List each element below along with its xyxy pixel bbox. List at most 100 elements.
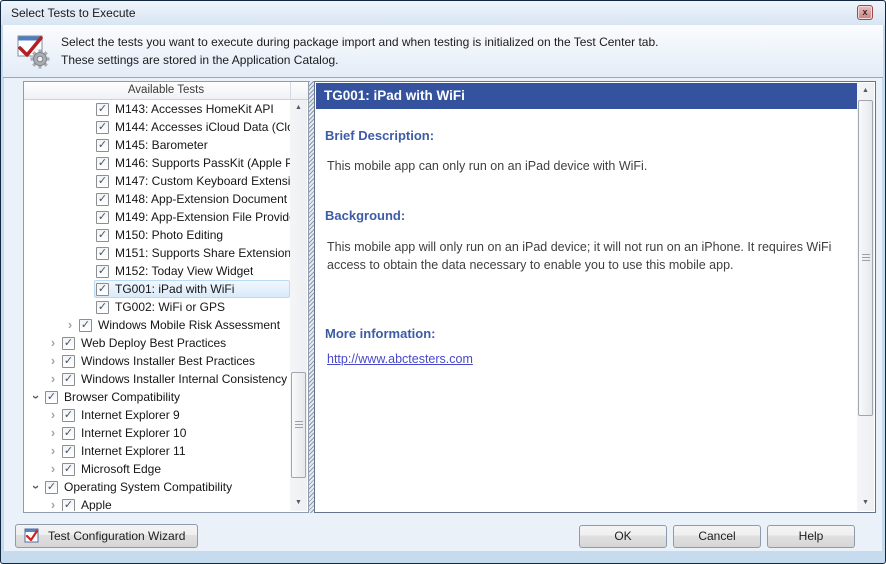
tree-item[interactable]: ›✓Microsoft Edge — [25, 460, 290, 478]
tree-scrollbar-thumb[interactable] — [291, 372, 306, 478]
chevron-right-icon[interactable]: › — [46, 426, 60, 440]
tree-item[interactable]: ✓M150: Photo Editing — [25, 226, 290, 244]
tree-rows: ✓M143: Accesses HomeKit API✓M144: Access… — [25, 100, 290, 511]
checkbox-checked-icon[interactable]: ✓ — [96, 103, 109, 116]
tree-item[interactable]: ›✓Windows Mobile Risk Assessment — [25, 316, 290, 334]
chevron-right-icon[interactable]: › — [46, 336, 60, 350]
tree-item-content[interactable]: ✓M144: Accesses iCloud Data (Clo... — [94, 118, 290, 136]
tree-item-content[interactable]: ✓Windows Installer Best Practices — [60, 352, 290, 370]
tree-item[interactable]: ›✓Internet Explorer 11 — [25, 442, 290, 460]
tree-item-content[interactable]: ✓ TG002: WiFi or GPS — [94, 298, 290, 316]
checkbox-checked-icon[interactable]: ✓ — [62, 445, 75, 458]
tree-item[interactable]: ›✓Web Deploy Best Practices — [25, 334, 290, 352]
tree-item-content[interactable]: ✓M148: App-Extension Document ... — [94, 190, 290, 208]
tree-item[interactable]: ✓M145: Barometer — [25, 136, 290, 154]
tree-item[interactable]: ✓M152: Today View Widget — [25, 262, 290, 280]
tree-item[interactable]: ✓M143: Accesses HomeKit API — [25, 100, 290, 118]
chevron-right-icon[interactable]: › — [46, 444, 60, 458]
tree-item[interactable]: ›✓Browser Compatibility — [25, 388, 290, 406]
chevron-right-icon[interactable]: › — [46, 354, 60, 368]
checkbox-checked-icon[interactable]: ✓ — [62, 373, 75, 386]
tree-item-content[interactable]: ✓M149: App-Extension File Provider — [94, 208, 290, 226]
tree-item-content[interactable]: ✓Apple — [60, 496, 290, 511]
tree-column-header[interactable]: Available Tests — [24, 82, 308, 100]
tree-item[interactable]: ›✓Internet Explorer 10 — [25, 424, 290, 442]
tree-item-content[interactable]: ✓Operating System Compatibility — [43, 478, 290, 496]
tree-item-content[interactable]: ✓M150: Photo Editing — [94, 226, 290, 244]
checkbox-checked-icon[interactable]: ✓ — [96, 247, 109, 260]
test-configuration-wizard-button[interactable]: Test Configuration Wizard — [15, 524, 198, 548]
tree-item[interactable]: ›✓Internet Explorer 9 — [25, 406, 290, 424]
close-icon[interactable]: x — [857, 5, 873, 20]
tree-column-header-label: Available Tests — [128, 84, 204, 96]
checkbox-checked-icon[interactable]: ✓ — [45, 391, 58, 404]
tree-item-content[interactable]: ✓Internet Explorer 11 — [60, 442, 290, 460]
checkbox-checked-icon[interactable]: ✓ — [62, 499, 75, 512]
checkbox-checked-icon[interactable]: ✓ — [96, 175, 109, 188]
chevron-right-icon[interactable]: › — [63, 318, 77, 332]
tree-item-content[interactable]: ✓M147: Custom Keyboard Extension — [94, 172, 290, 190]
checkbox-checked-icon[interactable]: ✓ — [62, 427, 75, 440]
tree-item-content[interactable]: ✓Windows Mobile Risk Assessment — [77, 316, 290, 334]
ok-button[interactable]: OK — [579, 525, 667, 548]
checkbox-checked-icon[interactable]: ✓ — [96, 193, 109, 206]
cancel-button[interactable]: Cancel — [673, 525, 761, 548]
scroll-down-icon[interactable]: ▼ — [857, 495, 874, 511]
checkbox-checked-icon[interactable]: ✓ — [79, 319, 92, 332]
checkbox-checked-icon[interactable]: ✓ — [62, 337, 75, 350]
test-detail-panel: TG001: iPad with WiFi Brief Description:… — [314, 81, 876, 513]
chevron-right-icon[interactable]: › — [46, 462, 60, 476]
tree-item-content[interactable]: ✓Browser Compatibility — [43, 388, 290, 406]
tree-item[interactable]: ›✓Windows Installer Best Practices — [25, 352, 290, 370]
scroll-down-icon[interactable]: ▼ — [290, 495, 307, 511]
chevron-right-icon[interactable]: › — [46, 498, 60, 511]
tree-item-content[interactable]: ✓Web Deploy Best Practices — [60, 334, 290, 352]
checkbox-checked-icon[interactable]: ✓ — [96, 121, 109, 134]
more-info-link[interactable]: http://www.abctesters.com — [327, 352, 473, 366]
tree-item[interactable]: ✓ TG002: WiFi or GPS — [25, 298, 290, 316]
checkbox-checked-icon[interactable]: ✓ — [96, 283, 109, 296]
scroll-up-icon[interactable]: ▲ — [290, 100, 307, 116]
chevron-right-icon[interactable]: › — [46, 408, 60, 422]
checkbox-checked-icon[interactable]: ✓ — [96, 139, 109, 152]
tree-item[interactable]: ✓M146: Supports PassKit (Apple P... — [25, 154, 290, 172]
tree-item-content[interactable]: ✓Internet Explorer 10 — [60, 424, 290, 442]
detail-scrollbar-thumb[interactable] — [858, 100, 873, 416]
tree-item-content[interactable]: ✓Microsoft Edge — [60, 460, 290, 478]
title-bar[interactable]: Select Tests to Execute x — [1, 1, 885, 25]
tree-item[interactable]: ✓M151: Supports Share Extension — [25, 244, 290, 262]
tree-item[interactable]: ✓TG001: iPad with WiFi — [25, 280, 290, 298]
tree-vertical-scrollbar[interactable]: ▲ ▼ — [290, 100, 307, 511]
tree-item-content[interactable]: ✓M145: Barometer — [94, 136, 290, 154]
tree-item-content[interactable]: ✓TG001: iPad with WiFi — [94, 280, 290, 298]
checkbox-checked-icon[interactable]: ✓ — [96, 157, 109, 170]
tree-item[interactable]: ✓M144: Accesses iCloud Data (Clo... — [25, 118, 290, 136]
tree-item[interactable]: ✓M147: Custom Keyboard Extension — [25, 172, 290, 190]
checkbox-checked-icon[interactable]: ✓ — [96, 211, 109, 224]
scroll-up-icon[interactable]: ▲ — [857, 83, 874, 99]
checkbox-checked-icon[interactable]: ✓ — [96, 265, 109, 278]
tree-item[interactable]: ›✓Apple — [25, 496, 290, 511]
chevron-down-icon[interactable]: › — [29, 480, 43, 494]
tree-item[interactable]: ›✓Windows Installer Internal Consistency… — [25, 370, 290, 388]
tree-item-content[interactable]: ✓M143: Accesses HomeKit API — [94, 100, 290, 118]
tree-item[interactable]: ✓M148: App-Extension Document ... — [25, 190, 290, 208]
tree-item-content[interactable]: ✓M151: Supports Share Extension — [94, 244, 290, 262]
tree-item-content[interactable]: ✓M146: Supports PassKit (Apple P... — [94, 154, 290, 172]
chevron-right-icon[interactable]: › — [46, 372, 60, 386]
tree-item-content[interactable]: ✓Internet Explorer 9 — [60, 406, 290, 424]
checkbox-checked-icon[interactable]: ✓ — [62, 463, 75, 476]
tree-item-label: TG002: WiFi or GPS — [115, 300, 225, 314]
help-button[interactable]: Help — [767, 525, 855, 548]
detail-vertical-scrollbar[interactable]: ▲ ▼ — [857, 83, 874, 511]
chevron-down-icon[interactable]: › — [29, 390, 43, 404]
tree-item[interactable]: ›✓Operating System Compatibility — [25, 478, 290, 496]
tree-item[interactable]: ✓M149: App-Extension File Provider — [25, 208, 290, 226]
checkbox-checked-icon[interactable]: ✓ — [96, 301, 109, 314]
checkbox-checked-icon[interactable]: ✓ — [62, 355, 75, 368]
tree-item-content[interactable]: ✓M152: Today View Widget — [94, 262, 290, 280]
checkbox-checked-icon[interactable]: ✓ — [96, 229, 109, 242]
checkbox-checked-icon[interactable]: ✓ — [45, 481, 58, 494]
checkbox-checked-icon[interactable]: ✓ — [62, 409, 75, 422]
tree-item-content[interactable]: ✓Windows Installer Internal Consistency … — [60, 370, 290, 388]
